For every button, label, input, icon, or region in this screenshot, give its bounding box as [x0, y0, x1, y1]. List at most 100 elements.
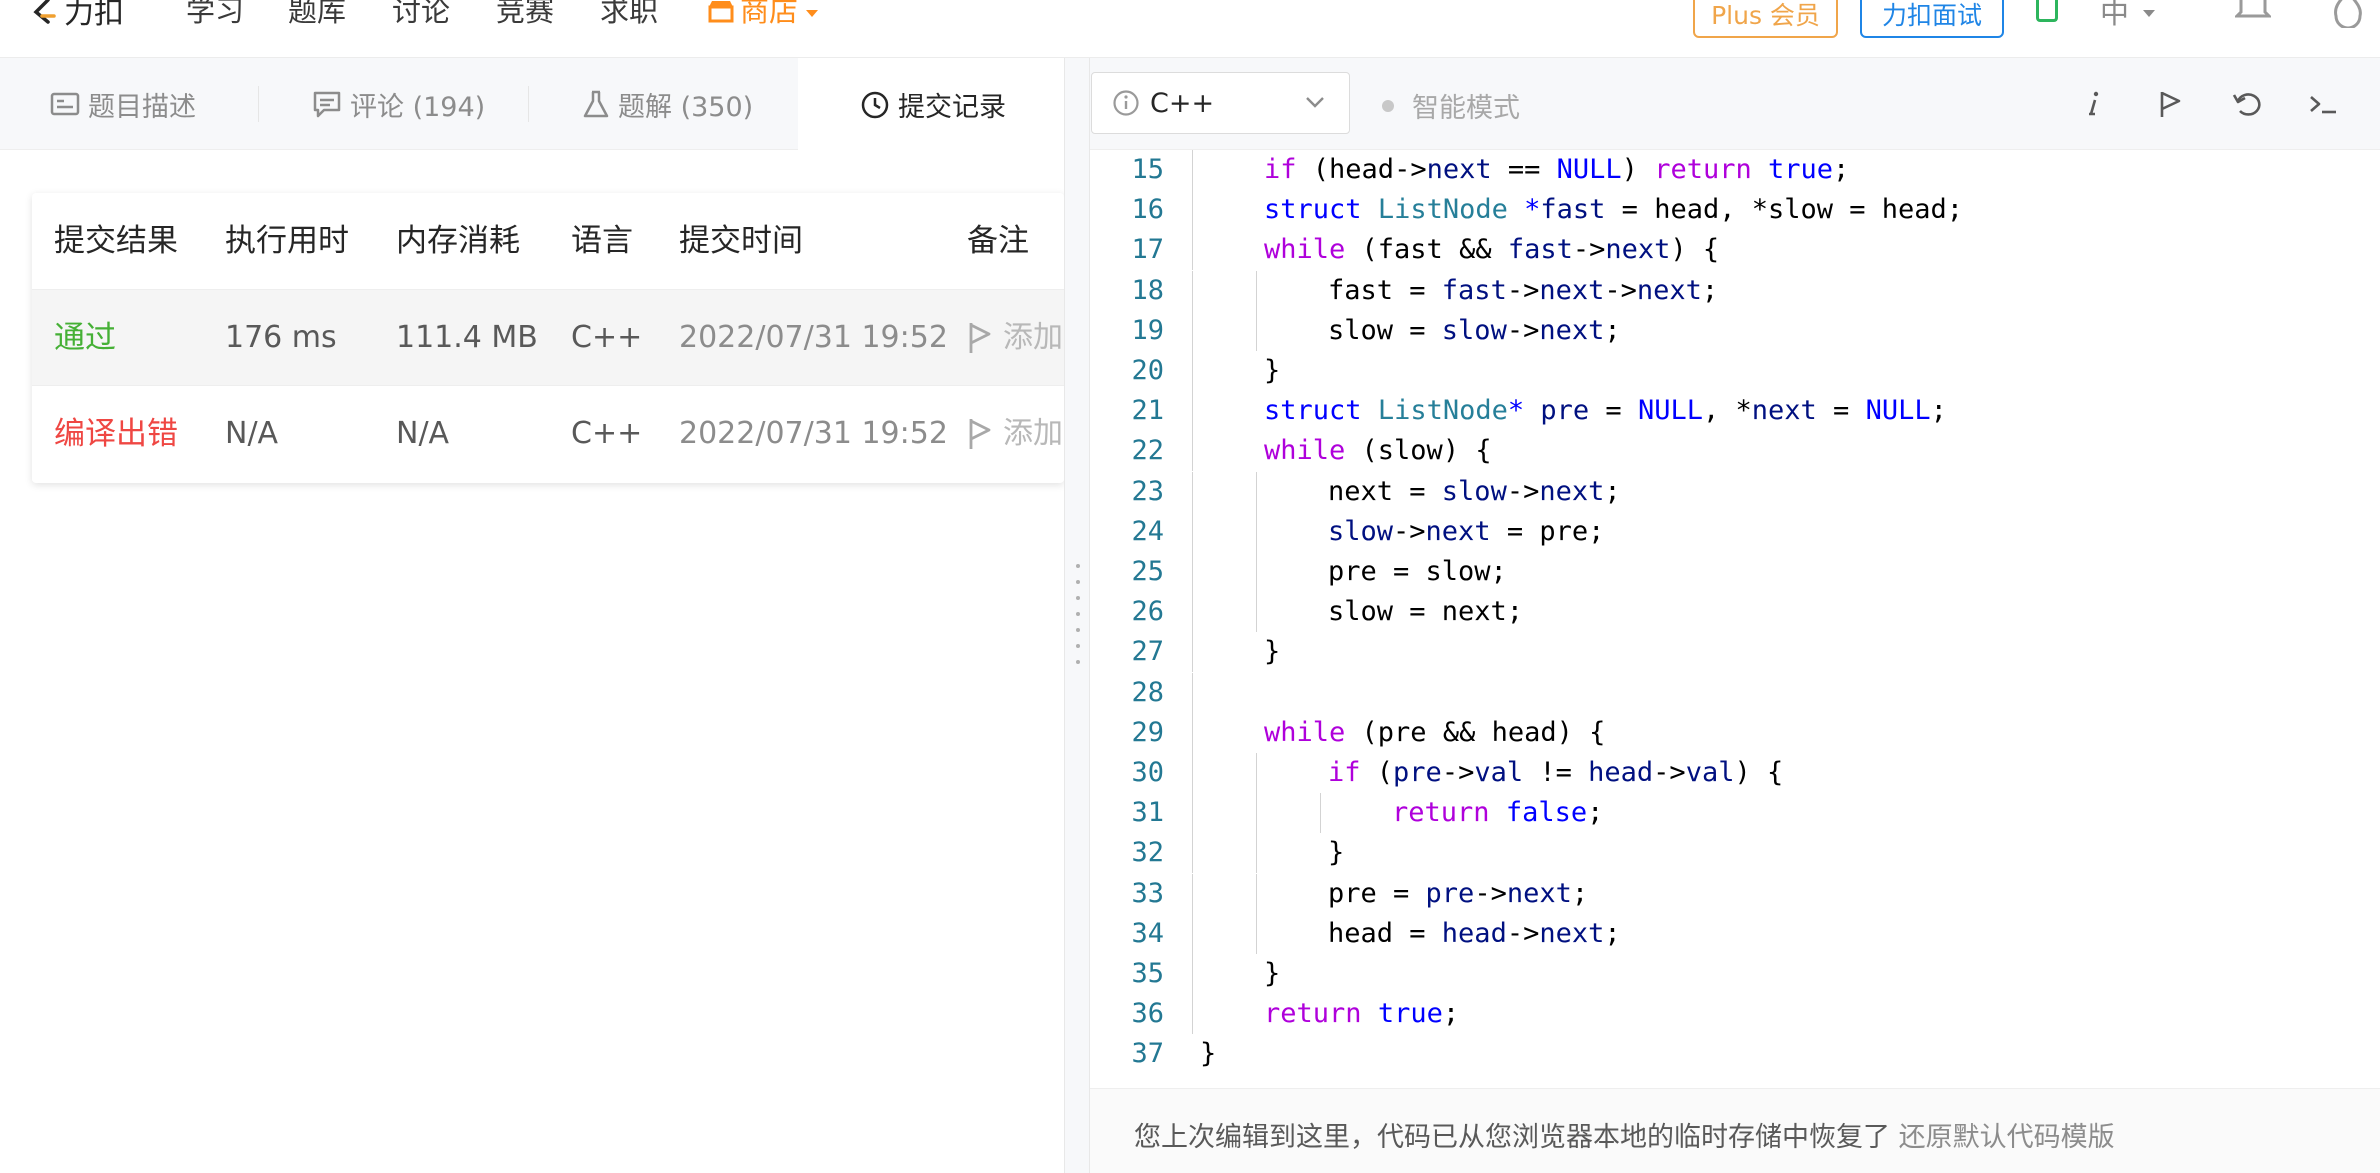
tab-solutions[interactable]: 题解 (350): [582, 58, 753, 150]
code-line[interactable]: 28: [1090, 672, 2380, 713]
code-text: }: [1264, 954, 1280, 994]
plus-membership-button[interactable]: Plus 会员: [1693, 0, 1838, 38]
code-token: return: [1392, 797, 1490, 829]
indent-guide: [1192, 230, 1193, 271]
restore-default-code-link[interactable]: 还原默认代码模版: [1899, 1122, 2115, 1153]
code-line[interactable]: 31 return false;: [1090, 793, 2380, 834]
tab-comments[interactable]: 评论 (194): [312, 58, 485, 150]
indent-guide: [1256, 310, 1257, 351]
code-token: NULL: [1865, 395, 1931, 427]
mobile-app-icon[interactable]: [2036, 0, 2058, 22]
code-editor[interactable]: 15 if (head->next == NULL) return true; 16…: [1090, 150, 2380, 1070]
info-icon[interactable]: [2074, 84, 2114, 124]
code-line[interactable]: 35}: [1090, 954, 2380, 994]
code-text: }: [1264, 351, 1280, 391]
line-number: 34: [1131, 917, 1164, 949]
code-text: if (pre->val != head->val) {: [1328, 753, 1783, 793]
nav-item-store[interactable]: 商店: [708, 0, 819, 30]
indent-guide: [1320, 793, 1321, 834]
code-token: ) {: [1734, 757, 1784, 788]
runtime-cell: 176 ms: [225, 320, 337, 355]
code-token: head =: [1328, 917, 1442, 949]
code-line[interactable]: 34 head = head->next;: [1090, 913, 2380, 954]
code-line[interactable]: 18 fast = fast->next->next;: [1090, 270, 2380, 311]
code-line[interactable]: 25 pre = slow;: [1090, 552, 2380, 592]
fire-icon[interactable]: [2328, 0, 2368, 28]
flag-icon: [969, 419, 991, 449]
submission-status-link[interactable]: 通过: [54, 290, 116, 386]
problem-panel: 题目描述 评论 (194) 题解 (350) 提交记录 提交结果 执行用时 内存…: [0, 58, 1064, 1173]
code-line[interactable]: 20}: [1090, 351, 2380, 391]
nav-item-jobs[interactable]: 求职: [600, 0, 658, 30]
code-token: slow =: [1328, 314, 1442, 346]
code-text: while (fast && fast->next) {: [1264, 230, 1719, 270]
indent-guide: [1256, 511, 1257, 552]
add-note-button[interactable]: 添加: [967, 290, 1063, 386]
code-token: ->: [1393, 515, 1426, 547]
panel-resize-handle[interactable]: [1064, 58, 1090, 1173]
grip-dot: [1076, 596, 1080, 600]
indent-guide: [1192, 873, 1193, 914]
flag-icon[interactable]: [2150, 84, 2190, 124]
comment-icon: [313, 91, 341, 118]
nav-item-learn[interactable]: 学习: [186, 0, 244, 30]
code-line[interactable]: 19 slow = slow->next;: [1090, 310, 2380, 351]
add-note-button[interactable]: 添加: [967, 386, 1063, 482]
column-header: 提交结果: [54, 223, 178, 259]
info-circle-icon: [1113, 90, 1139, 116]
code-token: pre: [1540, 395, 1590, 427]
selected-language: C++: [1150, 87, 1215, 119]
bell-icon[interactable]: [2235, 0, 2271, 26]
code-line[interactable]: 36 return true;: [1090, 994, 2380, 1035]
interview-button[interactable]: 力扣面试: [1860, 0, 2004, 38]
tab-submissions[interactable]: 提交记录: [798, 58, 1064, 151]
submission-status-link[interactable]: 编译出错: [54, 386, 178, 482]
console-icon[interactable]: [2304, 84, 2344, 124]
grip-dot: [1076, 580, 1080, 584]
code-token: ->: [1572, 234, 1606, 266]
code-line[interactable]: 32}: [1090, 833, 2380, 874]
smart-mode-toggle[interactable]: 智能模式: [1382, 86, 1520, 125]
reset-icon[interactable]: [2228, 84, 2268, 124]
code-text: slow->next = pre;: [1328, 512, 1604, 552]
code-line[interactable]: 29 while (pre && head) {: [1090, 712, 2380, 753]
language-select[interactable]: C++: [1091, 72, 1350, 134]
code-token: }: [1200, 1038, 1217, 1070]
nav-item-discuss[interactable]: 讨论: [392, 0, 450, 30]
chevron-down-icon: [1306, 97, 1324, 108]
code-token: ) {: [1670, 234, 1720, 266]
code-token: ;: [1930, 395, 1947, 427]
code-token: val: [1474, 757, 1524, 788]
table-row[interactable]: 通过 176 ms 111.4 MB C++ 2022/07/31 19:52 …: [32, 289, 1064, 385]
code-line[interactable]: 22 while (slow) {: [1090, 431, 2380, 472]
code-line[interactable]: 15 if (head->next == NULL) return true;: [1090, 150, 2380, 190]
code-line[interactable]: 30 if (pre->val != head->val) {: [1090, 753, 2380, 793]
code-token: ): [1621, 154, 1655, 185]
code-line[interactable]: 37}: [1090, 1034, 2380, 1070]
code-line[interactable]: 21 struct ListNode* pre = NULL, *next = N…: [1090, 391, 2380, 432]
code-token: (pre && head) {: [1345, 716, 1606, 748]
code-line[interactable]: 23 next = slow->next;: [1090, 471, 2380, 512]
tab-description[interactable]: 题目描述: [50, 58, 196, 150]
code-line[interactable]: 33 pre = pre->next;: [1090, 873, 2380, 914]
code-text: }: [1264, 632, 1280, 672]
table-row[interactable]: 编译出错 N/A N/A C++ 2022/07/31 19:52 添加: [32, 385, 1064, 481]
grip-dot: [1076, 660, 1080, 664]
code-line[interactable]: 24 slow->next = pre;: [1090, 511, 2380, 552]
code-token: next: [1636, 274, 1702, 306]
nav-item-problems[interactable]: 题库: [288, 0, 346, 30]
code-line[interactable]: 26 slow = next;: [1090, 592, 2380, 633]
indent-guide: [1256, 873, 1257, 914]
code-token: slow: [1441, 314, 1507, 346]
nav-item-contest[interactable]: 竞赛: [496, 0, 554, 30]
indent-guide: [1192, 471, 1193, 512]
language-switch[interactable]: 中: [2100, 0, 2156, 32]
logo[interactable]: 力扣: [28, 0, 124, 31]
code-line[interactable]: 17 while (fast && fast->next) {: [1090, 230, 2380, 271]
code-line[interactable]: 16 struct ListNode *fast = head, *slow = …: [1090, 190, 2380, 231]
code-token: fast: [1507, 234, 1573, 266]
code-line[interactable]: 27}: [1090, 632, 2380, 673]
code-text: head = head->next;: [1328, 914, 1621, 954]
indent-guide: [1192, 994, 1193, 1035]
